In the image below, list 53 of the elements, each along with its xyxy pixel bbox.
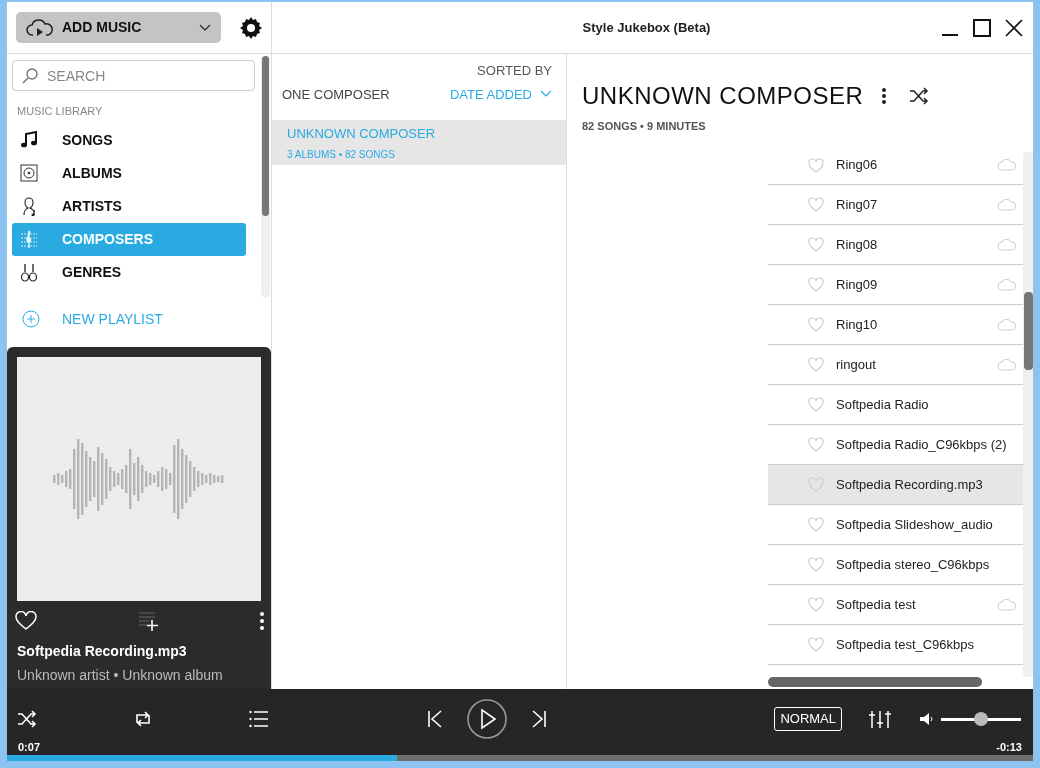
search-icon [22, 68, 38, 84]
shuffle-icon[interactable] [909, 87, 930, 105]
song-row[interactable]: Ring10 [768, 305, 1023, 345]
previous-button[interactable] [427, 710, 443, 728]
more-options-icon[interactable] [259, 611, 265, 631]
volume-thumb[interactable] [974, 712, 988, 726]
song-row[interactable]: Ring07 [768, 185, 1023, 225]
chevron-down-icon [540, 90, 552, 99]
add-music-button[interactable]: ADD MUSIC [16, 12, 221, 43]
track-artist-album: Unknown artist • Unknown album [17, 666, 224, 685]
song-row[interactable]: ringout [768, 345, 1023, 385]
sidebar-item[interactable]: SONGS [12, 123, 246, 157]
song-row[interactable]: Ring08 [768, 225, 1023, 265]
section-heading: MUSIC LIBRARY [17, 104, 104, 119]
cloud-upload-icon [26, 17, 54, 38]
composer-title: UNKNOWN COMPOSER [582, 81, 864, 111]
chevron-down-icon [199, 23, 211, 32]
repeat-button[interactable] [133, 710, 153, 728]
sidebar-item[interactable]: ALBUMS [12, 156, 246, 190]
treble-clef-icon [20, 229, 38, 249]
scrollbar[interactable] [261, 56, 270, 297]
equalizer-button[interactable] [869, 709, 891, 729]
composer-count: ONE COMPOSER [282, 85, 390, 104]
track-title: Softpedia Recording.mp3 [17, 642, 188, 661]
sidebar-item[interactable]: ARTISTS [12, 189, 246, 223]
queue-button[interactable] [249, 710, 269, 728]
close-icon[interactable] [1005, 18, 1023, 37]
scrollbar[interactable] [768, 677, 982, 687]
song-row[interactable]: Softpedia test [768, 585, 1023, 625]
next-button[interactable] [531, 710, 547, 728]
playback-mode-button[interactable]: NORMAL [774, 707, 842, 731]
person-icon [20, 196, 38, 216]
add-to-queue-icon[interactable] [137, 611, 159, 631]
more-options-icon[interactable] [881, 87, 888, 105]
song-row[interactable]: Softpedia Recording.mp3 [768, 465, 1023, 505]
sidebar-item[interactable]: GENRES [12, 255, 246, 289]
remaining-time: -0:13 [996, 741, 1022, 753]
guitars-icon [20, 262, 38, 282]
plus-circle-icon [22, 310, 40, 328]
elapsed-time: 0:07 [18, 741, 41, 753]
play-button[interactable] [467, 699, 507, 739]
composer-stats: 82 SONGS • 9 MINUTES [582, 119, 707, 134]
search-field[interactable]: SEARCH [12, 60, 255, 91]
shuffle-button[interactable] [17, 710, 37, 728]
volume-icon[interactable] [919, 712, 935, 726]
song-row[interactable]: Ring09 [768, 265, 1023, 305]
scrollbar[interactable] [1023, 152, 1033, 677]
music-note-icon [20, 130, 38, 150]
song-row[interactable]: Ring06 [768, 146, 1023, 185]
settings-icon[interactable] [239, 15, 263, 40]
maximize-icon[interactable] [973, 18, 991, 37]
window-title: Style Jukebox (Beta) [581, 18, 712, 37]
sort-label: SORTED BY [476, 62, 552, 80]
